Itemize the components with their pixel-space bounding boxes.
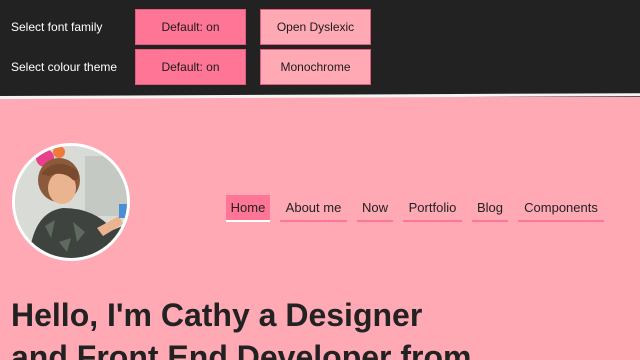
main-nav: Home About me Now Portfolio Blog Compone… — [0, 195, 640, 225]
nav-item-components[interactable]: Components — [518, 195, 604, 222]
nav-item-home[interactable]: Home — [226, 195, 270, 222]
font-open-dyslexic-button[interactable]: Open Dyslexic — [260, 9, 371, 45]
hero-heading-line-2: and Front End Developer from — [11, 339, 472, 360]
colour-theme-setting: Select colour theme Default: on Monochro… — [0, 48, 640, 88]
font-family-label: Select font family — [11, 20, 103, 34]
hero-heading-line-1: Hello, I'm Cathy a Designer — [11, 297, 423, 333]
accessibility-settings-bar: Select font family Default: on Open Dysl… — [0, 0, 640, 97]
nav-item-blog[interactable]: Blog — [472, 195, 508, 222]
font-default-button[interactable]: Default: on — [135, 9, 246, 45]
theme-monochrome-button[interactable]: Monochrome — [260, 49, 371, 85]
nav-item-about-me[interactable]: About me — [280, 195, 347, 222]
font-family-setting: Select font family Default: on Open Dysl… — [0, 8, 640, 48]
nav-item-portfolio[interactable]: Portfolio — [403, 195, 462, 222]
nav-item-now[interactable]: Now — [357, 195, 393, 222]
hero-heading: Hello, I'm Cathy a Designer and Front En… — [11, 294, 631, 360]
theme-default-button[interactable]: Default: on — [135, 49, 246, 85]
colour-theme-label: Select colour theme — [11, 60, 118, 74]
